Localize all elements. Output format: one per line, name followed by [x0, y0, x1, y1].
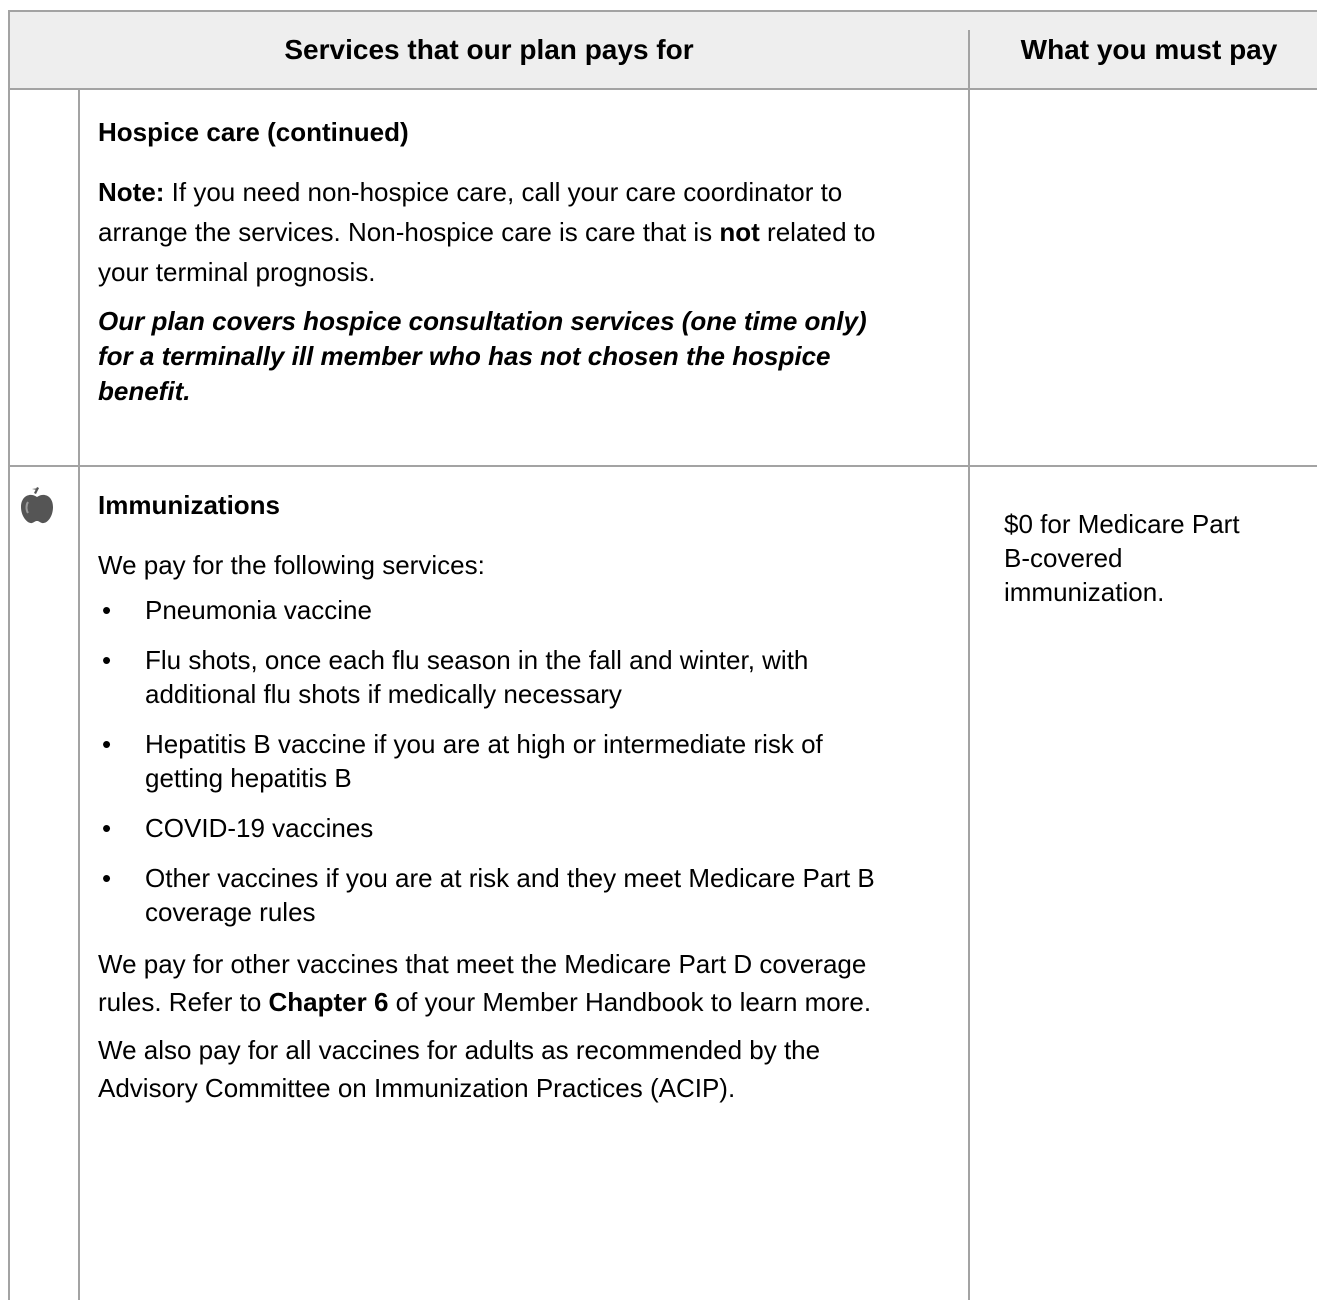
list-item: Pneumonia vaccine: [98, 593, 908, 627]
part-d-text: We pay for other vaccines that meet the …: [98, 945, 908, 1021]
row-title-immunizations: Immunizations: [98, 490, 281, 520]
part-d-text-end: of your Member Handbook to learn more.: [388, 987, 872, 1017]
hospice-consultation-text: Our plan covers hospice consultation ser…: [98, 306, 867, 406]
chapter-reference: Chapter 6: [268, 987, 389, 1017]
icon-column-divider: [78, 88, 80, 1300]
list-item: COVID-19 vaccines: [98, 811, 908, 845]
list-item: Other vaccines if you are at risk and th…: [98, 861, 908, 929]
table-left-border: [8, 10, 10, 1300]
hospice-care-cell: Hospice care (continued) Note: If you ne…: [98, 112, 908, 409]
hospice-note: Note: If you need non-hospice care, call…: [98, 172, 908, 292]
apple-icon: [21, 487, 53, 524]
immunizations-cell: Immunizations We pay for the following s…: [98, 485, 908, 1107]
list-item: Hepatitis B vaccine if you are at high o…: [98, 727, 908, 795]
services-column-header: Services that our plan pays for: [284, 33, 694, 65]
acip-text: We also pay for all vaccines for adults …: [98, 1035, 821, 1103]
pay-column-header: What you must pay: [1020, 33, 1278, 65]
immunizations-intro: We pay for the following services:: [98, 550, 485, 580]
immunizations-pay-cell: $0 for Medicare Part B-covered immunizat…: [1004, 509, 1240, 607]
row-title-hospice: Hospice care (continued): [98, 117, 409, 147]
benefits-table: Services that our plan pays for What you…: [8, 10, 1317, 1300]
note-label: Note:: [98, 177, 165, 207]
row-divider: [8, 465, 1317, 467]
vaccine-list: Pneumonia vaccine Flu shots, once each f…: [98, 593, 908, 929]
note-not: not: [719, 217, 760, 247]
pay-column-divider: [968, 30, 970, 1300]
list-item: Flu shots, once each flu season in the f…: [98, 643, 908, 711]
